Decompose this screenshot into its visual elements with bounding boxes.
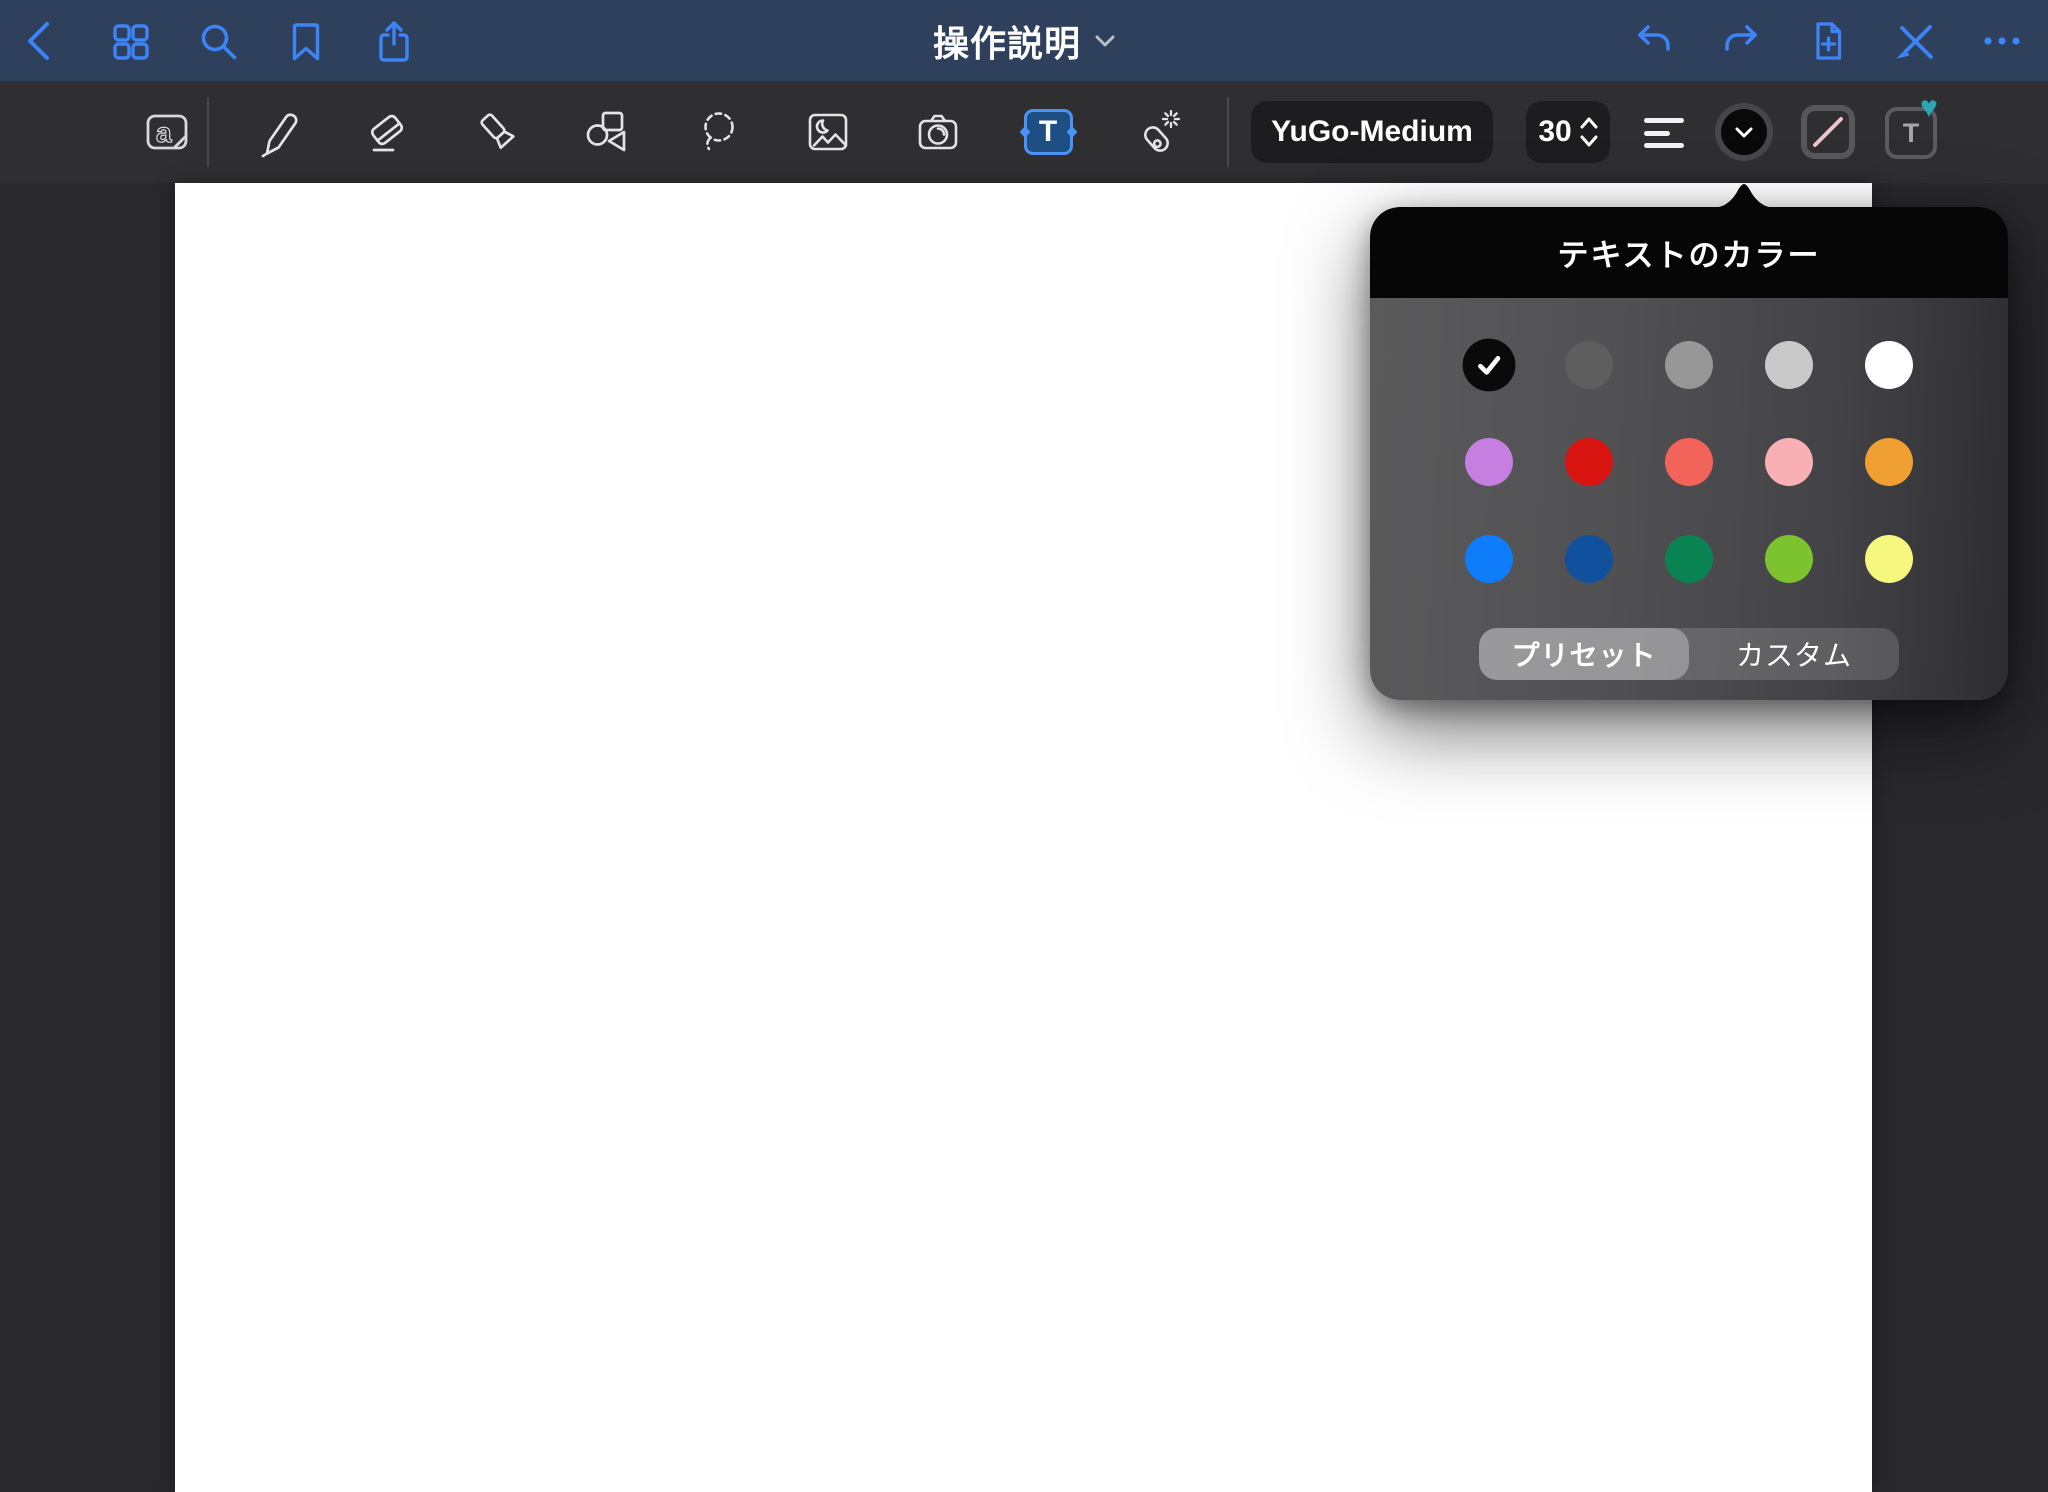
search-button[interactable]	[196, 19, 240, 63]
navigation-bar: 操作説明	[0, 0, 2048, 81]
shapes-icon	[582, 106, 634, 158]
tool-image[interactable]	[802, 106, 854, 158]
color-swatch[interactable]	[1665, 438, 1713, 486]
diagonal-stroke-icon	[1807, 111, 1849, 153]
laser-pointer-icon	[1132, 106, 1184, 158]
popover-body: プリセット カスタム	[1370, 298, 2008, 700]
more-button[interactable]	[1980, 19, 2024, 63]
popover-arrow	[1712, 182, 1776, 208]
color-swatch[interactable]	[1565, 535, 1613, 583]
back-button[interactable]	[20, 19, 64, 63]
font-family-label: YuGo-Medium	[1271, 115, 1473, 149]
lasso-icon	[692, 106, 744, 158]
chevron-down-icon	[1735, 127, 1753, 138]
text-tool-icon: T	[1024, 109, 1073, 155]
reader-mode-icon: a	[141, 106, 193, 158]
camera-icon	[912, 106, 964, 158]
selection-handle	[1019, 126, 1030, 137]
stroke-style-button[interactable]	[1801, 105, 1855, 159]
search-icon	[196, 19, 240, 63]
add-page-button[interactable]	[1806, 19, 1850, 63]
tool-text[interactable]: T	[1022, 106, 1074, 158]
swatch-grid	[1465, 341, 1913, 583]
color-swatch[interactable]	[1665, 341, 1713, 389]
share-button[interactable]	[372, 19, 416, 63]
tool-group: T	[252, 106, 1184, 158]
text-style-letter: T	[1903, 118, 1920, 149]
redo-button[interactable]	[1719, 19, 1763, 63]
image-icon	[802, 106, 854, 158]
preset-custom-segmented-control: プリセット カスタム	[1479, 628, 1899, 680]
segment-custom-label: カスタム	[1736, 634, 1852, 674]
tool-laser-pointer[interactable]	[1132, 106, 1184, 158]
toolbar-divider	[207, 97, 209, 167]
add-page-icon	[1806, 19, 1850, 63]
favorite-heart-icon: ♥	[1920, 91, 1938, 125]
nav-left-group	[20, 0, 416, 81]
bookmark-button[interactable]	[284, 19, 328, 63]
stepper-chevrons-icon	[1580, 115, 1598, 149]
app-window: 操作説明 a	[0, 0, 2048, 1492]
align-line	[1644, 118, 1684, 123]
share-icon	[372, 19, 416, 63]
color-swatch[interactable]	[1463, 339, 1516, 392]
color-swatch[interactable]	[1865, 438, 1913, 486]
undo-button[interactable]	[1632, 19, 1676, 63]
text-color-button[interactable]	[1715, 103, 1773, 161]
align-line	[1644, 143, 1684, 148]
thumbnails-button[interactable]	[108, 19, 152, 63]
eraser-icon	[362, 106, 414, 158]
document-title-button[interactable]: 操作説明	[933, 0, 1115, 81]
highlighter-icon	[472, 106, 524, 158]
grid-view-icon	[108, 19, 152, 63]
segment-preset[interactable]: プリセット	[1479, 628, 1689, 680]
segment-preset-label: プリセット	[1511, 634, 1656, 674]
tool-shapes[interactable]	[582, 106, 634, 158]
tool-bar: a T	[0, 81, 2048, 183]
text-align-button[interactable]	[1644, 118, 1684, 148]
stylus-off-icon	[1893, 19, 1937, 63]
bookmark-icon	[284, 19, 328, 63]
tool-eraser[interactable]	[362, 106, 414, 158]
align-line	[1644, 131, 1670, 136]
color-swatch[interactable]	[1465, 535, 1513, 583]
toolbar-divider	[1227, 97, 1229, 167]
color-swatch[interactable]	[1865, 341, 1913, 389]
svg-text:a: a	[156, 117, 172, 148]
redo-icon	[1719, 19, 1763, 63]
more-ellipsis-icon	[1980, 19, 2024, 63]
color-swatch[interactable]	[1865, 535, 1913, 583]
tool-pen[interactable]	[252, 106, 304, 158]
font-size-stepper[interactable]: 30	[1526, 101, 1610, 163]
color-swatch[interactable]	[1565, 438, 1613, 486]
color-swatch[interactable]	[1765, 438, 1813, 486]
current-color-swatch	[1721, 109, 1767, 155]
text-color-popover: テキストのカラー プリセット カスタム	[1370, 207, 2008, 700]
tool-highlighter[interactable]	[472, 106, 524, 158]
selection-handle	[1066, 126, 1077, 137]
color-swatch[interactable]	[1665, 535, 1713, 583]
color-swatch[interactable]	[1765, 341, 1813, 389]
color-swatch[interactable]	[1765, 535, 1813, 583]
back-chevron-icon	[20, 19, 64, 63]
font-size-value: 30	[1538, 115, 1571, 149]
undo-icon	[1632, 19, 1676, 63]
text-tool-letter: T	[1039, 115, 1057, 149]
nav-right-group	[1632, 0, 2024, 81]
pen-icon	[252, 106, 304, 158]
tool-lasso[interactable]	[692, 106, 744, 158]
font-family-button[interactable]: YuGo-Medium	[1251, 101, 1493, 163]
check-icon	[1470, 346, 1507, 383]
tool-camera[interactable]	[912, 106, 964, 158]
stylus-toggle-button[interactable]	[1893, 19, 1937, 63]
color-swatch[interactable]	[1465, 438, 1513, 486]
popover-title-bar: テキストのカラー	[1370, 207, 2008, 298]
segment-custom[interactable]: カスタム	[1689, 628, 1899, 680]
page-title: 操作説明	[933, 15, 1081, 67]
reader-mode-button[interactable]: a	[141, 106, 193, 158]
chevron-down-icon	[1095, 35, 1115, 47]
popover-title: テキストのカラー	[1557, 230, 1820, 275]
color-swatch[interactable]	[1565, 341, 1613, 389]
